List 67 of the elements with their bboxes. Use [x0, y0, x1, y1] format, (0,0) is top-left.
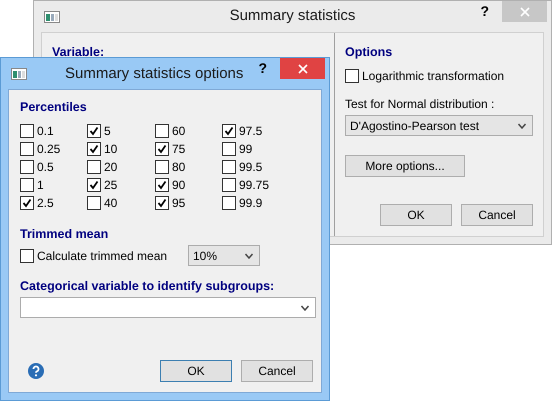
checkbox[interactable]: [345, 69, 359, 83]
checkbox[interactable]: [222, 178, 236, 192]
section-heading: Percentiles: [20, 100, 88, 114]
percentile-label: 0.1: [37, 124, 54, 138]
checkbox[interactable]: [20, 196, 34, 210]
checkbox[interactable]: [222, 160, 236, 174]
percentile-label: 10: [104, 142, 118, 156]
section-heading: Options: [345, 45, 394, 59]
help-button[interactable]: ?: [258, 60, 267, 76]
window-title: Summary statistics options: [65, 65, 244, 82]
checkbox[interactable]: [87, 196, 101, 210]
checkbox[interactable]: [155, 142, 169, 156]
checkbox[interactable]: [155, 178, 169, 192]
cancel-button[interactable]: Cancel: [461, 204, 533, 226]
section-heading: Categorical variable to identify subgroups:: [20, 279, 276, 293]
help-icon[interactable]: [28, 363, 44, 379]
checkbox[interactable]: [20, 124, 34, 138]
checkbox[interactable]: [87, 124, 101, 138]
checkbox[interactable]: [20, 160, 34, 174]
percentile-label: 90: [172, 178, 186, 192]
percentile-label: 99.75: [239, 178, 270, 192]
checkbox-label: Logarithmic transformation: [362, 69, 504, 83]
checkbox[interactable]: [20, 178, 34, 192]
field-label: Test for Normal distribution :: [345, 97, 496, 111]
window-icon: [44, 10, 60, 22]
checkbox[interactable]: [87, 142, 101, 156]
checkbox[interactable]: [87, 178, 101, 192]
percentile-label: 97.5: [239, 124, 262, 138]
close-icon: [298, 64, 308, 74]
checkbox[interactable]: [155, 160, 169, 174]
ok-button[interactable]: OK: [160, 360, 232, 382]
checkbox[interactable]: [222, 196, 236, 210]
percentile-label: 60: [172, 124, 186, 138]
close-button[interactable]: [280, 58, 325, 79]
percentile-label: 2.5: [37, 196, 54, 210]
window-icon: [11, 68, 27, 80]
checkbox[interactable]: [20, 142, 34, 156]
close-icon: [520, 6, 530, 16]
percentile-label: 0.5: [37, 160, 54, 174]
checkbox[interactable]: [155, 124, 169, 138]
percentile-label: 25: [104, 178, 118, 192]
window-title: Summary statistics: [230, 7, 356, 24]
checkbox[interactable]: [222, 142, 236, 156]
percentile-label: 20: [104, 160, 118, 174]
ok-button[interactable]: OK: [380, 204, 452, 226]
checkbox[interactable]: [20, 248, 34, 262]
checkbox-label: Calculate trimmed mean: [37, 248, 168, 262]
percentile-label: 95: [172, 196, 186, 210]
percentile-label: 75: [172, 142, 186, 156]
percentile-label: 99.5: [239, 160, 262, 174]
percentile-label: 5: [104, 124, 111, 138]
checkbox[interactable]: [222, 124, 236, 138]
percentile-label: 99.9: [239, 196, 262, 210]
test-dropdown[interactable]: D'Agostino-Pearson test: [345, 115, 533, 136]
help-button[interactable]: ?: [480, 3, 489, 19]
percentile-label: 1: [37, 178, 44, 192]
section-heading: Trimmed mean: [20, 227, 110, 241]
section-heading: Variable:: [52, 45, 104, 59]
checkbox[interactable]: [87, 160, 101, 174]
percent-dropdown[interactable]: 10%: [188, 245, 260, 266]
percentile-label: 80: [172, 160, 186, 174]
percentile-label: 40: [104, 196, 118, 210]
percentile-label: 99: [239, 142, 252, 156]
more-options-button[interactable]: More options...: [345, 155, 465, 177]
cancel-button[interactable]: Cancel: [241, 360, 313, 382]
checkbox[interactable]: [155, 196, 169, 210]
percentile-label: 0.25: [37, 142, 60, 156]
